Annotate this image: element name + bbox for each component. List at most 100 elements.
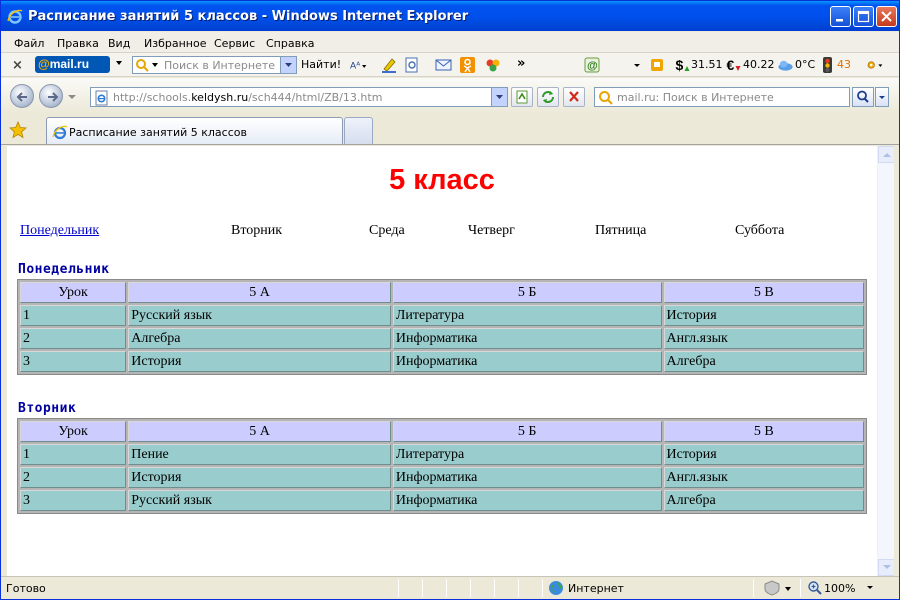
euro-rate-icon: € <box>727 57 741 73</box>
moi-mir-icon[interactable] <box>485 57 502 73</box>
games-icon[interactable] <box>649 57 666 73</box>
internet-globe-icon <box>549 581 563 595</box>
highlighter-icon[interactable] <box>381 57 398 73</box>
zoom-level[interactable]: 100% <box>824 582 855 595</box>
table-cell: Русский язык <box>128 490 391 511</box>
new-tab-button[interactable] <box>344 117 373 144</box>
mail-envelope-icon[interactable] <box>435 57 452 73</box>
tab-schedule[interactable]: Расписание занятий 5 классов <box>46 117 343 144</box>
scroll-down-button[interactable] <box>878 559 895 576</box>
close-button[interactable] <box>876 6 897 27</box>
mailru-search-icon <box>599 91 613 105</box>
status-separator <box>422 579 423 597</box>
table-row: 1 Русский язык Литература История <box>20 305 864 326</box>
search-button[interactable] <box>852 87 874 107</box>
table-row: 3 История Информатика Алгебра <box>20 351 864 372</box>
day-link-monday[interactable]: Понедельник <box>20 223 99 239</box>
refresh-button[interactable] <box>537 87 559 107</box>
back-button[interactable] <box>10 84 34 108</box>
dollar-rate-icon: $ <box>676 57 690 73</box>
ie-logo-icon <box>7 9 23 24</box>
find-button[interactable]: Найти! <box>301 58 341 71</box>
table-cell: 1 <box>20 444 127 465</box>
forward-button[interactable] <box>39 84 63 108</box>
traffic-light-icon[interactable] <box>819 57 836 73</box>
schedule-table-tuesday: Урок 5 А 5 Б 5 В 1 Пение Литература Исто… <box>17 418 867 514</box>
menu-edit[interactable]: Правка <box>57 37 99 50</box>
table-cell: Англ.язык <box>663 328 864 349</box>
menu-tools[interactable]: Сервис <box>214 37 255 50</box>
title-bar[interactable]: Расписание занятий 5 классов - Windows I… <box>1 1 899 31</box>
menu-help[interactable]: Справка <box>266 37 314 50</box>
stop-button[interactable] <box>563 87 585 107</box>
minimize-button[interactable] <box>830 6 851 27</box>
settings-gear-icon[interactable] <box>866 57 883 73</box>
scroll-up-button[interactable] <box>878 146 895 163</box>
more-chevron[interactable]: » <box>517 56 525 71</box>
ie-page-icon <box>52 125 68 140</box>
search-icon <box>857 90 869 103</box>
table-cell: Алгебра <box>663 490 864 511</box>
chevron-down-icon[interactable] <box>633 57 650 73</box>
search-options-button[interactable] <box>875 87 889 107</box>
mailru-search-input[interactable]: Поиск в Интернете <box>132 56 297 74</box>
table-cell: 2 <box>20 328 127 349</box>
close-toolbar-icon[interactable]: × <box>12 58 23 73</box>
search-dropdown-button[interactable] <box>280 57 296 73</box>
dollar-rate: 31.51 <box>691 58 723 71</box>
table-cell: 3 <box>20 351 127 372</box>
menu-view[interactable]: Вид <box>108 37 130 50</box>
vertical-scrollbar[interactable] <box>877 146 895 576</box>
table-cell: Русский язык <box>128 305 391 326</box>
protected-mode-icon[interactable] <box>763 580 793 596</box>
status-text: Готово <box>6 582 46 595</box>
address-dropdown-button[interactable] <box>491 88 507 106</box>
table-cell: История <box>128 467 391 488</box>
day-label-friday: Пятница <box>595 223 647 238</box>
svg-text:@: @ <box>587 60 598 72</box>
favorites-star-icon[interactable] <box>9 121 27 139</box>
search-magnifier-icon <box>136 59 158 72</box>
day-label-thursday: Четверг <box>468 223 515 238</box>
table-row: 3 Русский язык Информатика Алгебра <box>20 490 864 511</box>
table-cell: Литература <box>392 444 662 465</box>
table-cell: История <box>663 305 864 326</box>
browser-window: Расписание занятий 5 классов - Windows I… <box>0 0 900 600</box>
table-cell: Пение <box>128 444 391 465</box>
traffic-level: 43 <box>837 58 851 71</box>
window-title: Расписание занятий 5 классов - Windows I… <box>28 9 469 24</box>
zoom-magnifier-icon[interactable] <box>807 580 823 596</box>
address-toolbar: http://schools.keldysh.ru/sch444/html/ZB… <box>1 78 899 114</box>
menu-favorites[interactable]: Избранное <box>144 37 206 50</box>
table-cell: Литература <box>392 305 662 326</box>
font-size-icon[interactable]: A A <box>350 57 367 73</box>
status-separator <box>470 579 471 597</box>
table-row: 1 Пение Литература История <box>20 444 864 465</box>
address-input[interactable]: http://schools.keldysh.ru/sch444/html/ZB… <box>90 87 508 107</box>
page-content: 5 класс Понедельник Вторник Среда Четвер… <box>7 146 877 576</box>
table-header-row: Урок 5 А 5 Б 5 В <box>20 421 864 442</box>
mailbox-icon[interactable]: @ <box>584 57 601 73</box>
header-cell: 5 Б <box>392 282 662 303</box>
status-bar: Готово Интернет 100% <box>1 576 899 599</box>
history-dropdown-icon[interactable] <box>67 93 77 101</box>
arrow-right-icon <box>48 92 59 102</box>
maximize-button[interactable] <box>853 6 874 27</box>
table-cell: История <box>128 351 391 372</box>
chevron-down-icon <box>496 95 503 99</box>
refresh-icon <box>542 91 554 103</box>
stop-x-icon <box>569 91 579 102</box>
weather-cloud-icon[interactable] <box>777 57 794 73</box>
table-cell: Информатика <box>392 467 662 488</box>
compatibility-view-button[interactable] <box>511 87 533 107</box>
mailru-logo[interactable]: @mail.ru <box>35 56 110 73</box>
menu-file[interactable]: Файл <box>14 37 44 50</box>
page-search-icon[interactable] <box>404 57 421 73</box>
close-icon <box>881 11 892 22</box>
schedule-table-monday: Урок 5 А 5 Б 5 В 1 Русский язык Литерату… <box>17 279 867 375</box>
odnoklassniki-icon[interactable] <box>459 57 476 73</box>
chevron-down-icon[interactable] <box>116 61 122 65</box>
web-search-input[interactable]: mail.ru: Поиск в Интернете <box>594 87 850 107</box>
header-cell: Урок <box>20 421 127 442</box>
zoom-dropdown-icon[interactable] <box>865 584 875 592</box>
